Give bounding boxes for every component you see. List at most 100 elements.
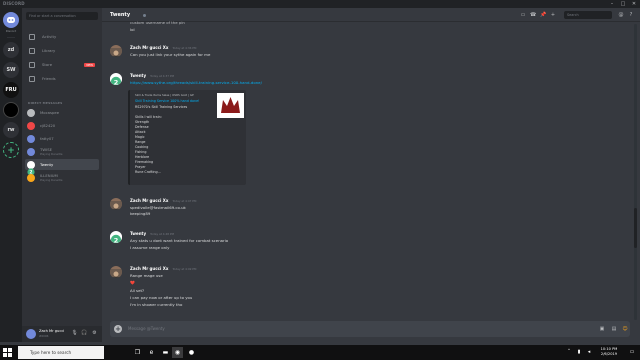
notifications-icon[interactable]: ▭ bbox=[628, 348, 636, 356]
message-text: lol bbox=[130, 27, 135, 32]
chat-title: Twenty bbox=[110, 12, 131, 18]
message-text: I can pay now or after up to you bbox=[130, 295, 193, 300]
dm-item[interactable]: ILLENIUM Playing Runelite bbox=[25, 172, 99, 183]
message-group: Zach Mr gucci Xx Today at 4:47 PM spedivo… bbox=[102, 198, 632, 222]
message-author[interactable]: Zach Mr gucci Xx Today at 4:47 PM bbox=[130, 198, 196, 204]
nav-activity-label: Activity bbox=[42, 34, 57, 39]
message-text: I assume range only bbox=[130, 245, 170, 250]
nav-activity[interactable]: Activity bbox=[25, 32, 99, 42]
nav-friends-label: Friends bbox=[42, 76, 56, 81]
avatar[interactable] bbox=[110, 266, 122, 278]
pinned-messages-icon[interactable]: 📌 bbox=[540, 12, 546, 18]
emoji-icon[interactable]: ☺ bbox=[621, 325, 629, 333]
message-author[interactable]: Zach Mr gucci Xx Today at 4:36 PM bbox=[130, 45, 196, 51]
embed-text: Herblore bbox=[135, 155, 150, 159]
upload-plus-icon[interactable]: + bbox=[114, 325, 122, 333]
embed-text: Attack bbox=[135, 130, 146, 134]
svg-text:2: 2 bbox=[114, 78, 119, 85]
add-friends-icon[interactable]: + bbox=[550, 12, 556, 18]
nav-friends[interactable]: Friends bbox=[25, 74, 99, 84]
system-clock[interactable]: 10:10 PM 2/6/2019 bbox=[596, 347, 622, 357]
server-list: Discord zd SW FRU rw + bbox=[0, 8, 22, 342]
message-text: Any stats u dont want trained for combat… bbox=[130, 238, 229, 243]
chat-search-input[interactable]: Search bbox=[564, 11, 612, 19]
taskbar-search-input[interactable]: Type here to search bbox=[18, 346, 104, 359]
windows-start-icon[interactable] bbox=[3, 348, 12, 357]
svg-text:2: 2 bbox=[114, 236, 119, 243]
minimize-button[interactable]: – bbox=[607, 0, 617, 8]
video-call-icon[interactable]: ▭ bbox=[520, 12, 526, 18]
headphones-icon[interactable]: 🎧 bbox=[81, 330, 88, 337]
guild-zd[interactable]: zd bbox=[3, 42, 19, 58]
edge-icon[interactable]: e bbox=[146, 347, 157, 358]
add-server-button[interactable]: + bbox=[3, 142, 19, 158]
title-bar: DISCORD – □ ✕ bbox=[0, 0, 640, 8]
file-explorer-icon[interactable]: ▬ bbox=[160, 347, 171, 358]
settings-gear-icon[interactable]: ⚙ bbox=[91, 330, 98, 337]
avatar bbox=[27, 173, 35, 182]
nav-store[interactable]: Store NEW bbox=[25, 60, 99, 70]
close-window-button[interactable]: ✕ bbox=[629, 0, 639, 8]
dm-status: Playing Runelite bbox=[40, 178, 63, 182]
embed-provider[interactable]: Skill & Trade Items Sales | OSRS Gold | … bbox=[135, 93, 194, 97]
tray-chevron-icon[interactable]: ˄ bbox=[565, 348, 573, 356]
embed-text: Rune Crafting... bbox=[135, 170, 161, 174]
avatar[interactable] bbox=[26, 329, 36, 339]
home-button[interactable] bbox=[3, 12, 19, 28]
scrollbar-thumb[interactable] bbox=[634, 208, 637, 248]
message-input[interactable]: Message @Twenty bbox=[128, 321, 165, 337]
status-dot bbox=[143, 13, 146, 17]
maximize-button[interactable]: □ bbox=[618, 0, 628, 8]
dm-item[interactable]: fatty07 bbox=[25, 133, 99, 144]
task-view-icon[interactable]: ❐ bbox=[132, 347, 143, 358]
dm-item[interactable]: Mocaspee bbox=[25, 107, 99, 118]
dm-item-active[interactable]: 2 Twenty bbox=[25, 159, 99, 176]
discord-taskbar-icon[interactable]: ◉ bbox=[172, 347, 183, 358]
message-text: Range mage use bbox=[130, 273, 163, 278]
guild-fru[interactable]: FRU bbox=[3, 82, 19, 98]
activity-icon bbox=[29, 34, 35, 40]
message-composer: + Message @Twenty ▣ ▤ ☺ bbox=[110, 321, 630, 337]
home-label: Discord bbox=[5, 29, 17, 33]
embed-title[interactable]: Skill Training Service 100% hand done! bbox=[135, 99, 199, 103]
guild-scroll-icon[interactable] bbox=[3, 102, 19, 118]
network-icon[interactable]: ▮ bbox=[575, 348, 583, 356]
gift-icon[interactable]: ▣ bbox=[598, 325, 606, 333]
guild-sw[interactable]: SW bbox=[3, 62, 19, 78]
help-icon[interactable]: ? bbox=[628, 12, 634, 18]
zach-avatar-icon bbox=[110, 269, 122, 278]
avatar[interactable] bbox=[110, 198, 122, 210]
nav-library-label: Library bbox=[42, 48, 56, 53]
embed-thumbnail[interactable] bbox=[217, 93, 244, 118]
guild-rw[interactable]: rw bbox=[3, 122, 19, 138]
chrome-icon[interactable]: ● bbox=[186, 347, 197, 358]
message-author[interactable]: Twenty Today at 4:48 PM bbox=[130, 231, 174, 237]
gif-icon[interactable]: ▤ bbox=[610, 325, 618, 333]
dm-item[interactable]: TWISE Playing Runelite bbox=[25, 146, 99, 157]
voice-call-icon[interactable]: ☎ bbox=[530, 12, 536, 18]
find-conversation-search[interactable]: Find or start a conversation bbox=[26, 12, 98, 20]
message-author[interactable]: Twenty Today at 4:37 PM bbox=[130, 73, 174, 79]
avatar[interactable]: 2 bbox=[110, 231, 122, 243]
message-group: Zach Mr gucci Xx Today at 4:36 PM Can you… bbox=[102, 45, 632, 63]
message-text: Can you just link your sythe again for m… bbox=[130, 52, 211, 57]
dm-item[interactable]: cj82420 bbox=[25, 120, 99, 131]
dm-name: Mocaspee bbox=[40, 110, 60, 115]
avatar[interactable]: 2 bbox=[110, 73, 122, 85]
chat-scrollbar[interactable] bbox=[634, 24, 637, 320]
message-link[interactable]: https://www.sythe.org/threads/skill-trai… bbox=[130, 80, 262, 85]
avatar bbox=[27, 134, 35, 143]
message-group: Zach Mr gucci Xx Today at 4:49 PM Range m… bbox=[102, 266, 632, 316]
volume-icon[interactable]: ◂ bbox=[585, 348, 593, 356]
microphone-icon[interactable]: 🎙 bbox=[71, 330, 78, 337]
nav-library[interactable]: Library bbox=[25, 46, 99, 56]
message-continuation: custom username of the pin lol bbox=[102, 20, 632, 36]
zach-avatar-icon bbox=[110, 48, 122, 57]
embed-text: Prayer bbox=[135, 165, 146, 169]
guild-separator bbox=[7, 37, 15, 38]
embed-text: Cooking bbox=[135, 145, 149, 149]
message-timestamp: Today at 4:37 PM bbox=[150, 74, 175, 78]
avatar[interactable] bbox=[110, 45, 122, 57]
message-author[interactable]: Zach Mr gucci Xx Today at 4:49 PM bbox=[130, 266, 196, 272]
mentions-icon[interactable]: @ bbox=[618, 12, 624, 18]
